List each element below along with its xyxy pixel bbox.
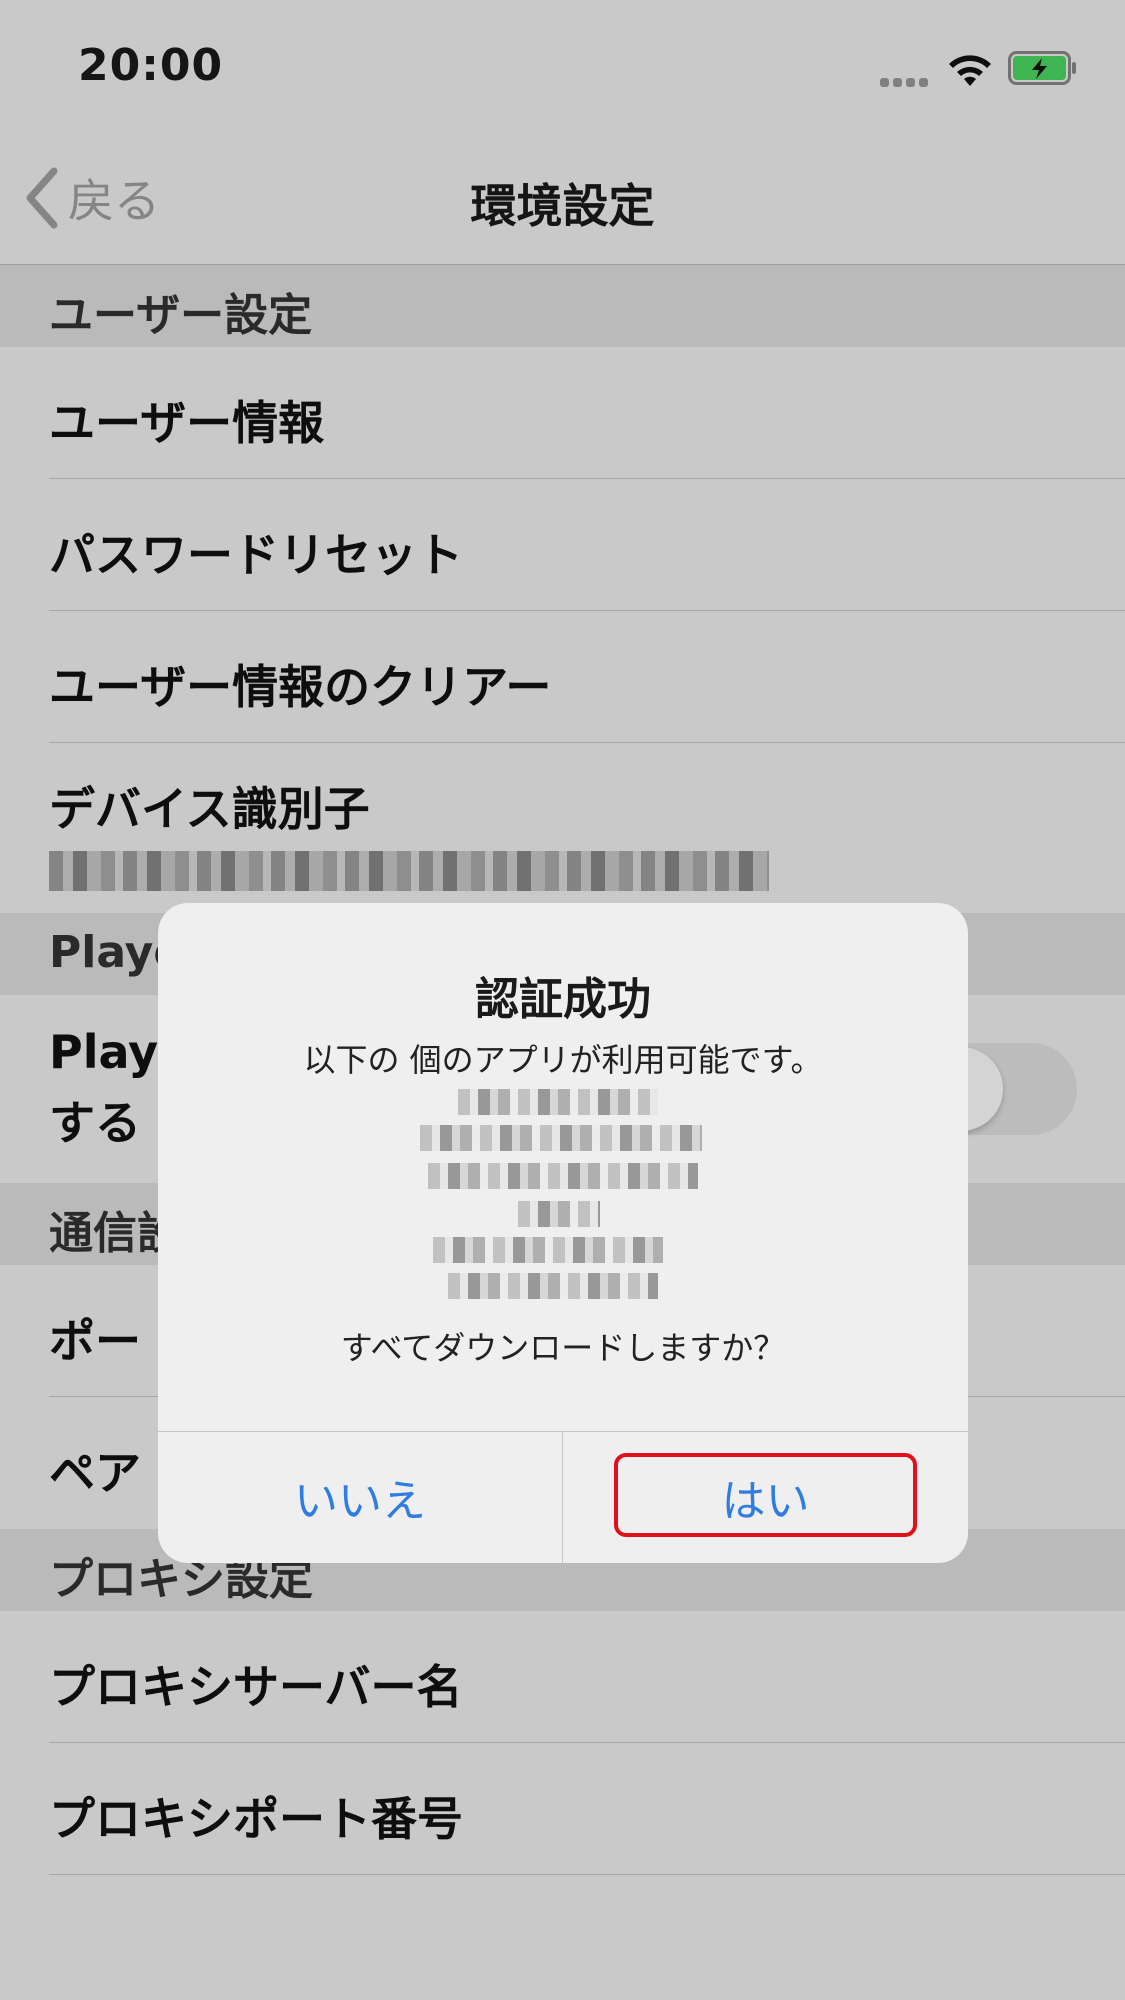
redacted-app-name [433,1237,663,1263]
alert-title: 認証成功 [475,974,651,1025]
no-button[interactable]: いいえ [158,1431,562,1563]
auth-success-alert: 認証成功 以下の 個のアプリが利用可能です。 すべてダウンロードしますか？ いい… [158,903,968,1563]
redacted-app-name [458,1089,658,1115]
redacted-app-name [420,1125,702,1151]
redacted-app-name [518,1201,600,1227]
redacted-app-name [428,1163,698,1189]
yes-button[interactable]: はい [563,1431,968,1563]
alert-question: すべてダウンロードしますか？ [340,1329,786,1367]
settings-screen: 20:00 戻る 環境設定 ユーザー設定 ユーザー情報 パスワードリセット ユー… [0,0,1125,2000]
redacted-app-name [448,1273,658,1299]
redacted-app-list [158,1085,968,1315]
alert-message: 以下の 個のアプリが利用可能です。 [303,1041,823,1079]
